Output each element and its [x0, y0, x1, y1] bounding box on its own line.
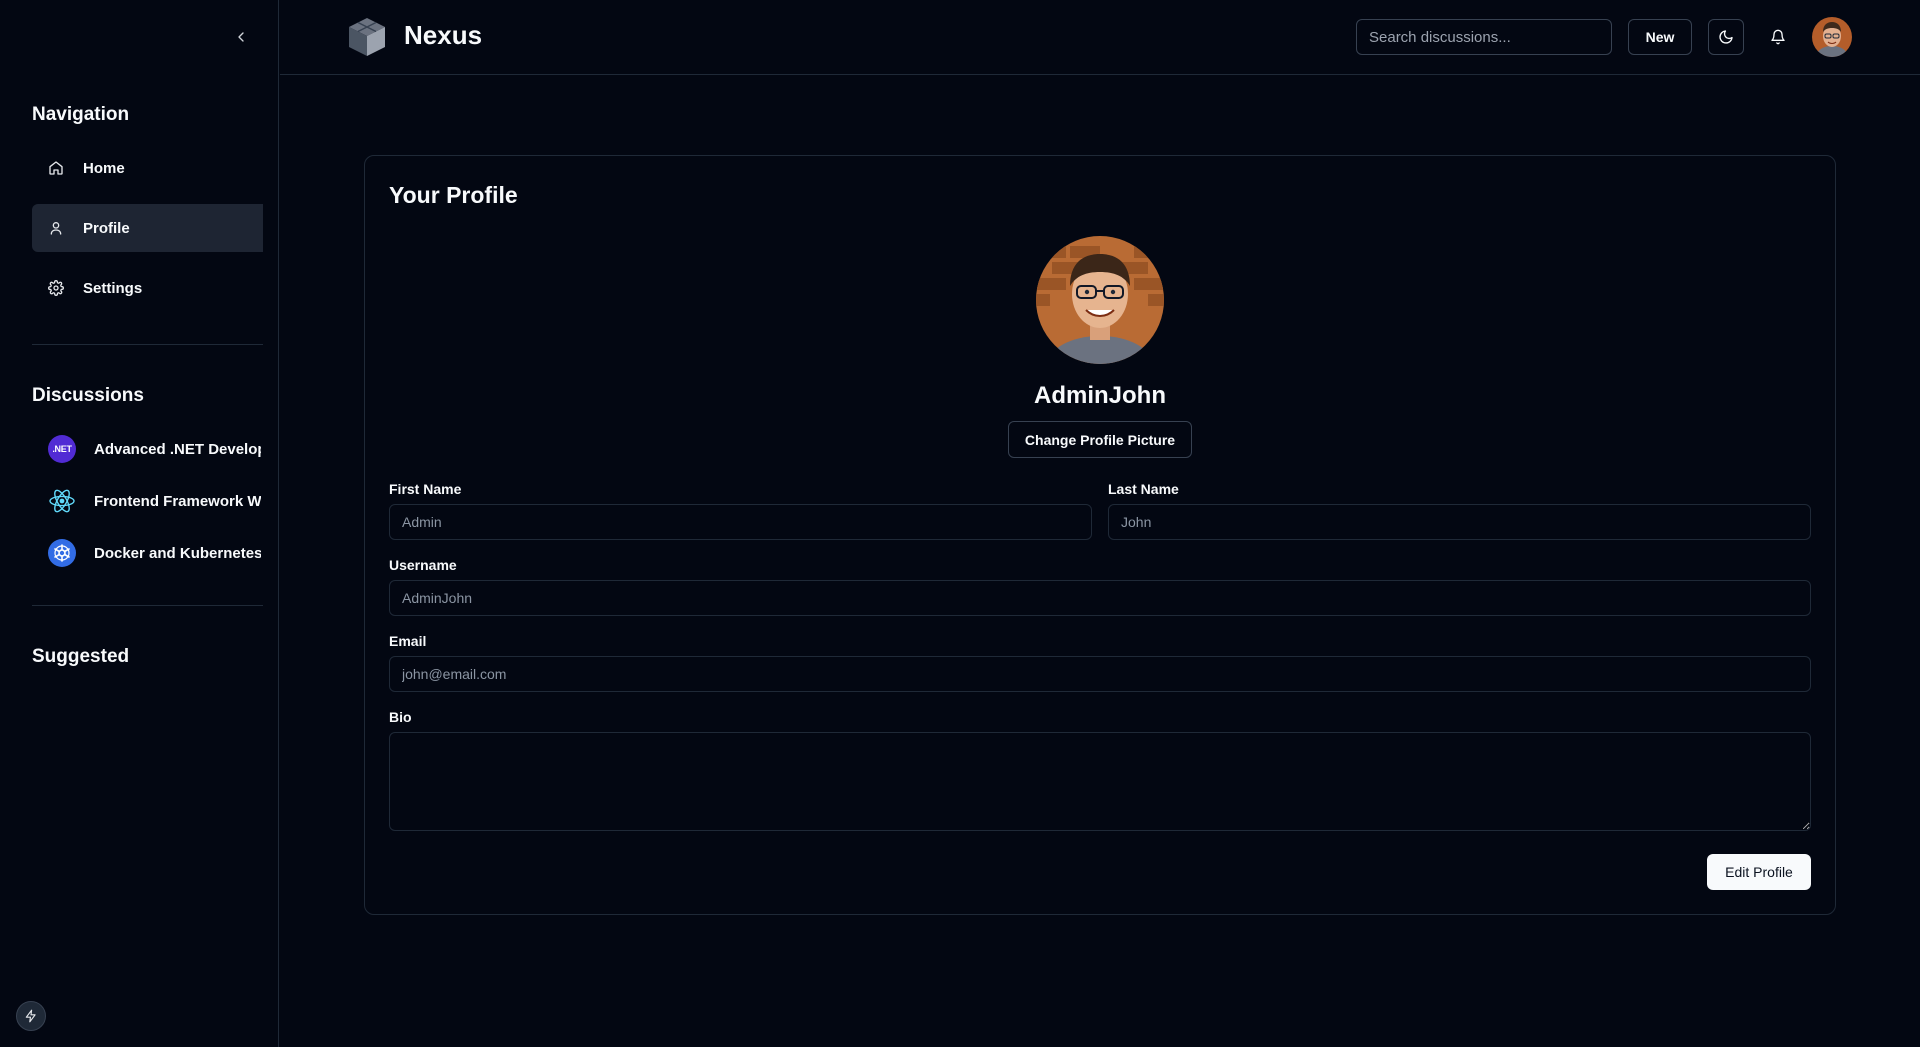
- change-profile-picture-button[interactable]: Change Profile Picture: [1008, 421, 1192, 458]
- discussion-item-dotnet[interactable]: .NET Advanced .NET Development: [32, 427, 272, 471]
- username-label: Username: [389, 557, 457, 573]
- sidebar-item-home[interactable]: Home: [32, 144, 263, 192]
- navigation-heading: Navigation: [32, 104, 130, 125]
- collapse-sidebar-button[interactable]: [230, 26, 252, 48]
- sidebar-item-profile[interactable]: Profile: [32, 204, 263, 252]
- profile-card: Your Profile AdminJohn Change Profile Pi…: [364, 155, 1836, 915]
- discussion-label: Advanced .NET Development: [94, 440, 261, 458]
- profile-avatar: [1036, 236, 1164, 364]
- edit-profile-button[interactable]: Edit Profile: [1707, 854, 1811, 890]
- cube-logo: [346, 16, 388, 58]
- sidebar-item-label: Settings: [83, 279, 143, 297]
- kubernetes-icon: [48, 539, 76, 567]
- discussion-item-frontend[interactable]: Frontend Framework Wars: [32, 479, 272, 523]
- discussion-item-docker[interactable]: Docker and Kubernetes: [32, 531, 272, 575]
- notifications-button[interactable]: [1760, 19, 1796, 55]
- brand-name: Nexus: [404, 20, 483, 50]
- sidebar-item-label: Profile: [83, 219, 130, 237]
- gear-icon: [48, 280, 64, 296]
- discussions-heading: Discussions: [32, 385, 144, 406]
- first-name-field[interactable]: [389, 504, 1092, 540]
- sidebar-divider: [32, 344, 263, 345]
- sidebar-item-label: Home: [83, 159, 125, 177]
- email-label: Email: [389, 633, 427, 649]
- sidebar: Navigation Home Profile Settings Discuss…: [0, 0, 279, 1047]
- app-root: Navigation Home Profile Settings Discuss…: [0, 0, 1920, 1047]
- last-name-label: Last Name: [1108, 481, 1179, 497]
- bio-label: Bio: [389, 709, 412, 725]
- lightning-icon: [25, 1009, 36, 1023]
- moon-icon: [1719, 30, 1733, 44]
- page-title: Your Profile: [389, 182, 518, 208]
- react-icon: [48, 487, 76, 515]
- email-field[interactable]: [389, 656, 1811, 692]
- quick-action-button[interactable]: [16, 1001, 46, 1031]
- username-field[interactable]: [389, 580, 1811, 616]
- user-icon: [48, 220, 64, 236]
- discussion-label: Frontend Framework Wars: [94, 492, 261, 510]
- user-avatar[interactable]: [1812, 17, 1852, 57]
- chevron-left-icon: [238, 32, 244, 42]
- profile-username-display: AdminJohn: [1034, 382, 1166, 409]
- last-name-field[interactable]: [1108, 504, 1811, 540]
- top-header: Nexus New: [280, 0, 1920, 75]
- new-button[interactable]: New: [1628, 19, 1692, 55]
- theme-toggle-button[interactable]: [1708, 19, 1744, 55]
- search-input[interactable]: [1356, 19, 1612, 55]
- first-name-label: First Name: [389, 481, 462, 497]
- dotnet-icon: .NET: [48, 435, 76, 463]
- discussion-label: Docker and Kubernetes: [94, 544, 261, 562]
- bio-textarea[interactable]: [389, 732, 1811, 831]
- bell-icon: [1771, 29, 1785, 45]
- sidebar-divider: [32, 605, 263, 606]
- suggested-heading: Suggested: [32, 646, 130, 667]
- sidebar-item-settings[interactable]: Settings: [32, 264, 263, 312]
- home-icon: [48, 160, 64, 176]
